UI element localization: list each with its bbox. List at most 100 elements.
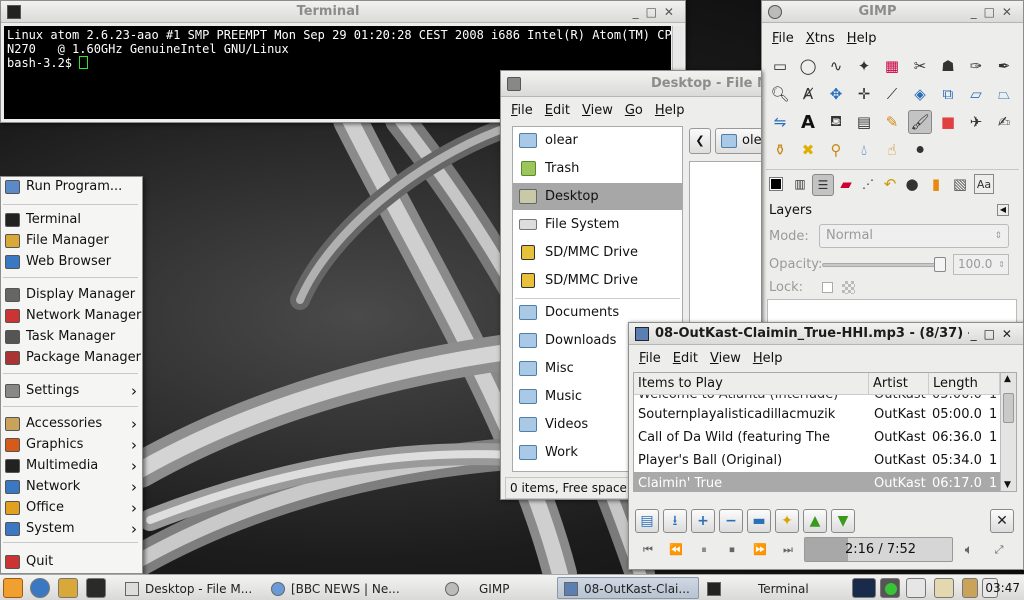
menu-item-terminal[interactable]: Terminal <box>0 210 141 230</box>
playlist-row[interactable]: Souternplayalisticadillacmuzik OutKast 0… <box>634 403 1000 426</box>
save-playlist-icon[interactable]: ⭳ <box>663 509 687 533</box>
path-bar-button[interactable]: ole <box>715 128 761 154</box>
scroll-up-icon[interactable]: ▲ <box>1004 374 1011 384</box>
menu-item-settings[interactable]: Settings › <box>0 381 141 401</box>
shear-icon[interactable]: ▱ <box>964 82 988 106</box>
rect-select-icon[interactable]: ▭ <box>768 54 792 78</box>
fonts-tab-icon[interactable]: Aa <box>974 174 994 194</box>
fullscreen-icon[interactable]: ⤢ <box>990 541 1008 559</box>
ink-icon[interactable]: ✍ <box>992 110 1016 134</box>
scroll-down-icon[interactable]: ▼ <box>1004 480 1011 490</box>
bucket-fill-icon[interactable]: ⛾ <box>824 110 848 134</box>
patterns-tab-icon[interactable]: ▮ <box>926 174 946 194</box>
crop-icon[interactable]: ⟋ <box>880 82 904 106</box>
menu-item-web-browser[interactable]: Web Browser <box>0 252 141 272</box>
window-controls[interactable]: _□✕ <box>633 1 681 22</box>
eraser-icon[interactable]: ■ <box>936 110 960 134</box>
lock-alpha-checkbox[interactable] <box>822 282 833 293</box>
scroll-thumb[interactable] <box>1003 393 1014 423</box>
heal-icon[interactable]: ✖ <box>796 138 820 162</box>
menu-item-multimedia[interactable]: Multimedia › <box>0 456 141 476</box>
open-file-icon[interactable]: ▤ <box>635 509 659 533</box>
terminal-launcher-icon[interactable] <box>86 578 106 598</box>
menu-item-network[interactable]: Network › <box>0 477 141 497</box>
remove-icon[interactable]: − <box>719 509 743 533</box>
menu-xtns[interactable]: Xtns <box>800 31 841 46</box>
terminal-titlebar[interactable]: Terminal _□✕ <box>1 1 685 23</box>
pause-icon[interactable]: ⏸ <box>695 541 713 559</box>
paths-icon[interactable]: ✑ <box>964 54 988 78</box>
perspective-clone-icon[interactable]: ⚲ <box>824 138 848 162</box>
magic-wand-icon[interactable]: ✦ <box>852 54 876 78</box>
place-olear[interactable]: olear <box>513 127 682 154</box>
menu-item-file-manager[interactable]: File Manager <box>0 231 141 251</box>
tool-options-tab-icon[interactable]: ▥ <box>790 174 810 194</box>
pencil-icon[interactable]: ✎ <box>880 110 904 134</box>
workspace-pager[interactable] <box>852 578 876 598</box>
color-select-icon[interactable]: ▦ <box>880 54 904 78</box>
mode-select[interactable]: Normal ⇕ <box>819 224 1009 248</box>
menu-help[interactable]: Help <box>649 103 691 118</box>
align-icon[interactable]: ✛ <box>852 82 876 106</box>
column-header-length[interactable]: Length <box>929 373 1000 395</box>
task-music-player[interactable]: 08-OutKast-Clai... <box>557 577 699 599</box>
menu-file[interactable]: File <box>766 31 800 46</box>
channels-tab-icon[interactable]: ▰ <box>836 174 856 194</box>
task-terminal[interactable]: Terminal <box>700 577 845 599</box>
perspective-icon[interactable]: ⏢ <box>992 82 1016 106</box>
place-sd-mmc-2[interactable]: SD/MMC Drive <box>513 267 682 294</box>
clipboard-icon[interactable] <box>934 578 954 598</box>
place-trash[interactable]: Trash <box>513 155 682 182</box>
scale-icon[interactable]: ⧉ <box>936 82 960 106</box>
playlist-row-selected[interactable]: Claimin' True OutKast 06:17.0 1 <box>634 472 1000 491</box>
menu-item-display-manager[interactable]: Display Manager <box>0 285 141 305</box>
dodge-burn-icon[interactable]: ⚫ <box>908 138 932 162</box>
airbrush-icon[interactable]: ✈ <box>964 110 988 134</box>
battery-status-icon[interactable] <box>885 583 897 595</box>
clone-icon[interactable]: ⚱ <box>768 138 792 162</box>
menu-go[interactable]: Go <box>619 103 649 118</box>
storage-icon[interactable] <box>962 578 978 598</box>
playlist-row[interactable]: Player's Ball (Original) OutKast 05:34.0… <box>634 449 1000 472</box>
menu-item-office[interactable]: Office › <box>0 498 141 518</box>
close-playlist-icon[interactable]: ✕ <box>990 509 1014 533</box>
scissors-icon[interactable]: ✂ <box>908 54 932 78</box>
monitor-icon[interactable] <box>906 578 926 598</box>
file-manager-titlebar[interactable]: Desktop - File M <box>501 71 761 97</box>
menu-file[interactable]: File <box>633 351 667 366</box>
panel-menu-icon[interactable]: ◀ <box>997 204 1009 216</box>
menu-item-accessories[interactable]: Accessories › <box>0 414 141 434</box>
menu-item-run-program[interactable]: Run Program... <box>0 177 141 197</box>
undo-history-tab-icon[interactable]: ↶ <box>880 174 900 194</box>
first-track-icon[interactable]: ⏮ <box>639 541 657 559</box>
menu-item-network-manager[interactable]: Network Manager <box>0 306 141 326</box>
menu-edit[interactable]: Edit <box>667 351 704 366</box>
add-icon[interactable]: + <box>691 509 715 533</box>
menu-item-system[interactable]: System › <box>0 519 141 539</box>
menu-edit[interactable]: Edit <box>539 103 576 118</box>
gimp-titlebar[interactable]: GIMP _□✕ <box>762 1 1023 23</box>
column-header-artist[interactable]: Artist <box>869 373 929 395</box>
player-titlebar[interactable]: 08-OutKast-Claimin_True-HHI.mp3 - (8/37)… <box>629 323 1023 345</box>
paintbrush-icon[interactable]: 🖌︎ <box>908 110 932 134</box>
web-browser-launcher-icon[interactable] <box>30 578 50 598</box>
rewind-icon[interactable]: ⏪ <box>667 541 685 559</box>
task-file-manager[interactable]: Desktop - File M... <box>118 577 263 599</box>
menu-file[interactable]: File <box>505 103 539 118</box>
opacity-spinbox[interactable]: 100.0 ⇕ <box>953 254 1009 275</box>
zoom-icon[interactable]: 🔍︎ <box>768 82 792 106</box>
gradients-tab-icon[interactable]: ▧ <box>950 174 970 194</box>
foreground-select-icon[interactable]: ☗ <box>936 54 960 78</box>
lasso-icon[interactable]: ∿ <box>824 54 848 78</box>
menu-view[interactable]: View <box>576 103 619 118</box>
smudge-icon[interactable]: ☝ <box>880 138 904 162</box>
menu-item-quit[interactable]: Quit <box>0 552 141 572</box>
brushes-tab-icon[interactable]: ● <box>902 174 922 194</box>
stop-icon[interactable]: ⏹ <box>723 541 741 559</box>
playlist-row[interactable]: Call of Da Wild (featuring The OutKast 0… <box>634 426 1000 449</box>
blur-icon[interactable]: 💧︎ <box>852 138 876 162</box>
task-browser[interactable]: [BBC NEWS | Ne... <box>264 577 406 599</box>
place-desktop[interactable]: Desktop <box>513 183 682 210</box>
fg-bg-colors-icon[interactable] <box>766 174 786 194</box>
color-picker-icon[interactable]: ✒ <box>992 54 1016 78</box>
